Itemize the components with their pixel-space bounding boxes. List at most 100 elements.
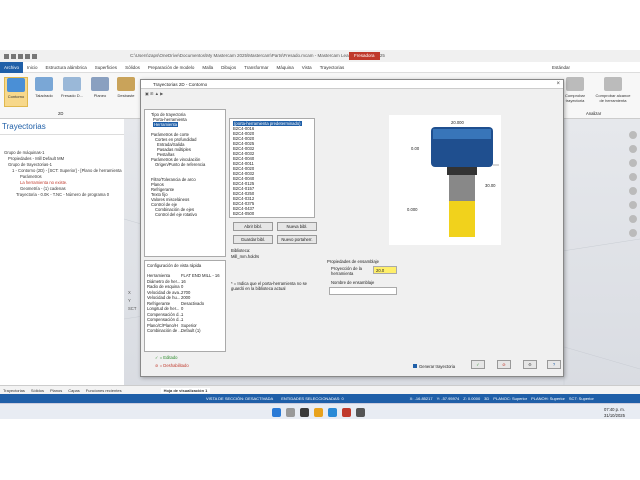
holder-list[interactable]: (porta-herramienta predeterminado) B2C4-0… bbox=[229, 118, 315, 218]
quick-view-key: Diámetro de her... bbox=[147, 278, 181, 284]
assembly-name-input[interactable] bbox=[329, 287, 397, 295]
tool-shank bbox=[449, 175, 475, 201]
search-icon[interactable] bbox=[286, 408, 295, 417]
planeo-button[interactable]: Planeo bbox=[88, 77, 112, 107]
planoh-status[interactable]: PLANOH: Superior bbox=[531, 396, 565, 401]
parameter-nav-tree: Tipo de trayectoria Porta-herramienta He… bbox=[144, 109, 226, 257]
viewport-axis-x: X bbox=[128, 290, 131, 295]
quick-view-value: 0 bbox=[181, 306, 184, 311]
new-holder-button[interactable]: Nuevo portaherr. bbox=[277, 235, 317, 244]
verify-toolpath-button[interactable]: Comprobar trayectoria bbox=[560, 77, 590, 107]
tree-item[interactable]: Parámetros bbox=[20, 174, 42, 179]
app-icon[interactable] bbox=[356, 408, 365, 417]
quick-view-value: Desactivado bbox=[181, 300, 205, 306]
plane-icon[interactable] bbox=[629, 229, 637, 237]
tree-item[interactable]: Geometría - (1) cadenas bbox=[20, 186, 66, 191]
contour-dialog: Trayectorias 2D - Contorno × ▣ ⊞ ▲ ▶ Tip… bbox=[140, 79, 564, 377]
tab-hoja-visualizacion[interactable]: Hoja de visualización 1 bbox=[160, 387, 211, 393]
coord-z: Z: 0.0000 bbox=[463, 396, 481, 401]
apply-button[interactable]: ⚙ bbox=[523, 360, 537, 369]
nav-item[interactable]: Control del eje rotativo bbox=[155, 212, 197, 217]
library-label: Biblioteca: bbox=[231, 248, 251, 253]
shade-icon[interactable] bbox=[629, 201, 637, 209]
quick-view-key: Compensación d... bbox=[147, 317, 182, 322]
quick-view-value: Superior bbox=[181, 322, 197, 328]
close-icon[interactable]: × bbox=[556, 81, 560, 87]
quick-view-key: Radio de esquina bbox=[147, 284, 180, 289]
tab-recientes-bottom[interactable]: Funciones recientes bbox=[83, 388, 125, 393]
rotate-icon[interactable] bbox=[629, 159, 637, 167]
tab-maquina[interactable]: Máquina bbox=[272, 62, 297, 73]
sct-status[interactable]: SCT: Superior bbox=[569, 396, 594, 401]
tab-solidos-bottom[interactable]: Sólidos bbox=[28, 388, 47, 393]
tab-transformar[interactable]: Transformar bbox=[240, 62, 272, 73]
holder-highlight bbox=[433, 129, 491, 139]
context-tab-fresadora[interactable]: Fresadora bbox=[349, 52, 380, 60]
tab-archivo[interactable]: Archivo bbox=[0, 61, 24, 73]
quick-view-key: Combinación de ... bbox=[147, 328, 182, 333]
explorer-icon[interactable] bbox=[314, 408, 323, 417]
dialog-toolbar-icons[interactable]: ▣ ⊞ ▲ ▶ bbox=[145, 91, 163, 96]
help-button[interactable]: ? bbox=[547, 360, 561, 369]
tab-trayectorias[interactable]: Trayectorias bbox=[316, 62, 349, 73]
edge-icon[interactable] bbox=[328, 408, 337, 417]
tab-solidos[interactable]: Sólidos bbox=[121, 62, 144, 73]
open-library-button[interactable]: Abrir bibl. bbox=[233, 222, 273, 231]
new-library-button[interactable]: Nueva bibl. bbox=[277, 222, 317, 231]
tree-item[interactable]: Grupo de máquinas-1 bbox=[4, 150, 45, 155]
library-value: Mill_mm.holdrs bbox=[231, 254, 260, 259]
tab-dibujos[interactable]: Dibujos bbox=[217, 62, 240, 73]
task-view-icon[interactable] bbox=[300, 408, 309, 417]
pan-icon[interactable] bbox=[629, 145, 637, 153]
nav-item[interactable]: Origen/Punto de referencia bbox=[155, 162, 205, 167]
mill-icon bbox=[63, 77, 81, 91]
tree-item[interactable]: Grupo de trayectorias-1 bbox=[8, 162, 52, 167]
generate-toolpath-checkbox[interactable]: Generar trayectoria bbox=[413, 364, 455, 369]
tab-trayectorias-bottom[interactable]: Trayectorias bbox=[0, 388, 28, 393]
quick-view-key: Velocidad de hu... bbox=[147, 295, 181, 300]
quick-access-toolbar[interactable] bbox=[0, 53, 37, 59]
cancel-button[interactable]: ⊘ bbox=[497, 360, 511, 369]
nav-item-selected[interactable]: Herramienta bbox=[153, 122, 179, 127]
holder-list-item[interactable]: B2C4-0500 bbox=[233, 211, 254, 216]
tree-item[interactable]: Trayectoria - 0.0K - T.NC - Número de pr… bbox=[16, 192, 109, 197]
desbaste-button[interactable]: Desbaste bbox=[114, 77, 138, 107]
tab-capas-bottom[interactable]: Capas bbox=[65, 388, 83, 393]
right-toolbar bbox=[626, 125, 640, 365]
tab-malla[interactable]: Malla bbox=[198, 62, 217, 73]
ok-button[interactable]: ✓ bbox=[471, 360, 485, 369]
holder-note: * = Indica que el porta-herramienta no s… bbox=[231, 281, 308, 291]
taladrado-button[interactable]: Taladrado bbox=[32, 77, 56, 107]
tab-superficies[interactable]: Superficies bbox=[91, 62, 121, 73]
legend-enabled: ✓ = Editado bbox=[155, 355, 178, 360]
mastercam-icon[interactable] bbox=[342, 408, 351, 417]
clock-date: 31/10/2025 bbox=[604, 413, 625, 418]
fit-icon[interactable] bbox=[629, 173, 637, 181]
verify-reach-button[interactable]: Comprobar alcance de herramienta bbox=[594, 77, 632, 107]
menu-bar: Archivo Inicio Estructura alámbrica Supe… bbox=[0, 61, 640, 73]
section-view-status: VISTA DE SECCIÓN: DESACTIVADA bbox=[206, 396, 274, 401]
fresado-button[interactable]: Fresado D... bbox=[60, 77, 84, 107]
tab-planos-bottom[interactable]: Planos bbox=[47, 388, 65, 393]
tree-item[interactable]: Propiedades - Mill Default MM bbox=[8, 156, 64, 161]
standard-dropdown[interactable]: Estándar bbox=[548, 62, 640, 73]
view-icon[interactable] bbox=[629, 187, 637, 195]
start-icon[interactable] bbox=[272, 408, 281, 417]
projection-input[interactable]: 20.0 bbox=[373, 266, 397, 274]
manager-tree[interactable]: Grupo de máquinas-1 Propiedades - Mill D… bbox=[0, 145, 124, 385]
wire-icon[interactable] bbox=[629, 215, 637, 223]
viewport-axis-y: Y bbox=[128, 298, 131, 303]
tab-inicio[interactable]: Inicio bbox=[23, 62, 42, 73]
save-library-button[interactable]: Guardar bibl. bbox=[233, 235, 273, 244]
selected-count: ENTIDADES SELECCIONADAS: 0 bbox=[281, 396, 344, 401]
zoom-icon[interactable] bbox=[629, 131, 637, 139]
tab-estructura[interactable]: Estructura alámbrica bbox=[42, 62, 91, 73]
tab-preparacion[interactable]: Preparación de modelo bbox=[144, 62, 199, 73]
holder-collar bbox=[447, 167, 477, 175]
tree-item[interactable]: La herramienta no existe. bbox=[20, 180, 67, 185]
contorno-button[interactable]: Contorno bbox=[4, 77, 28, 107]
mode-3d[interactable]: 3D bbox=[484, 396, 489, 401]
planoc-status[interactable]: PLANOC: Superior bbox=[493, 396, 527, 401]
tab-vista[interactable]: Vista bbox=[298, 62, 316, 73]
tree-item[interactable]: 1 - Contorno (2D) - [SCT: Superior] - [P… bbox=[12, 168, 122, 173]
